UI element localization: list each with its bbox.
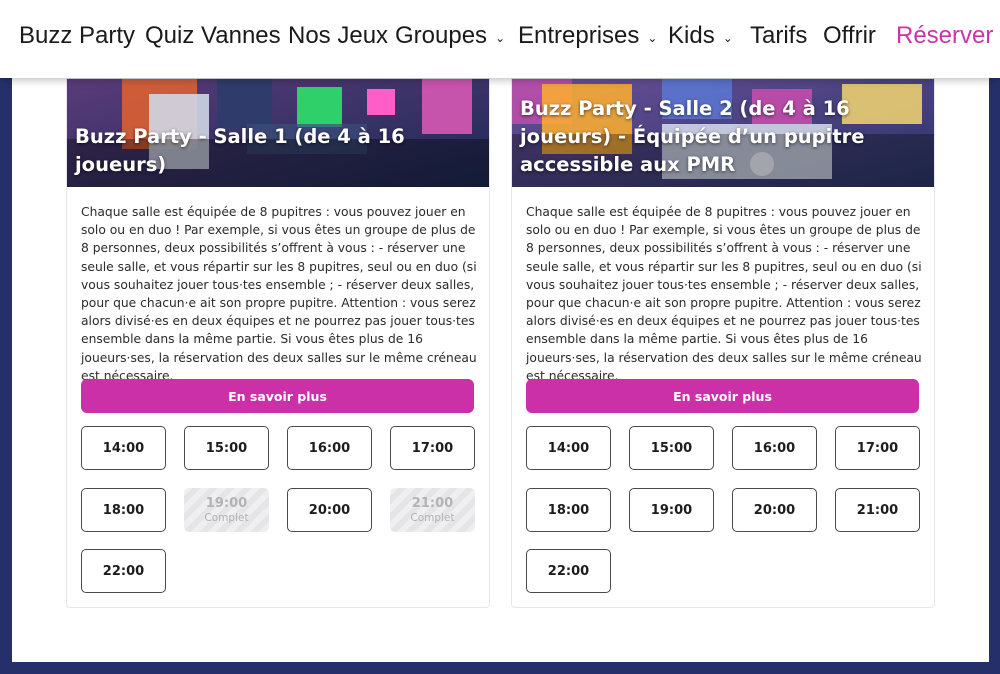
time-slot-full: 21:00 Complet xyxy=(390,488,475,532)
nav-label: Nos Jeux xyxy=(288,22,389,49)
time-slot-button[interactable]: 19:00 xyxy=(629,488,714,532)
chevron-down-icon: ⌄ xyxy=(647,30,658,45)
slot-time: 15:00 xyxy=(205,440,248,456)
room-title: Buzz Party - Salle 2 (de 4 à 16 joueurs)… xyxy=(520,97,865,176)
chevron-down-icon: ⌄ xyxy=(722,30,733,45)
nav-kids[interactable]: Kids ⌄ xyxy=(668,22,733,50)
time-slot-button[interactable]: 15:00 xyxy=(184,426,269,470)
nav-reserver[interactable]: Réserver xyxy=(896,22,993,50)
time-slot-button[interactable]: 22:00 xyxy=(81,549,166,593)
nav-label: Réserver xyxy=(896,22,994,49)
time-slot-button[interactable]: 22:00 xyxy=(526,549,611,593)
nav-label: Offrir xyxy=(823,22,876,49)
room-card-salle-1: Buzz Party - Salle 1 (de 4 à 16 joueurs)… xyxy=(66,78,490,608)
time-slot-button[interactable]: 18:00 xyxy=(81,488,166,532)
time-slot-button[interactable]: 14:00 xyxy=(526,426,611,470)
time-slot-button[interactable]: 18:00 xyxy=(526,488,611,532)
slot-time: 22:00 xyxy=(547,563,590,579)
time-slot-button[interactable]: 21:00 xyxy=(835,488,920,532)
nav-label: Tarifs xyxy=(750,22,808,49)
room-description: Chaque salle est équipée de 8 pupitres :… xyxy=(526,205,922,383)
time-slot-button[interactable]: 17:00 xyxy=(390,426,475,470)
slot-time: 21:00 xyxy=(856,502,899,518)
room-title: Buzz Party - Salle 1 (de 4 à 16 joueurs) xyxy=(75,125,405,176)
time-slot-button[interactable]: 15:00 xyxy=(629,426,714,470)
main-navigation: Buzz Party Quiz Vannes Nos Jeux Groupes ⌄… xyxy=(0,0,1000,78)
time-slot-full: 19:00 Complet xyxy=(184,488,269,532)
nav-label: Groupes xyxy=(395,22,488,49)
time-slot-button[interactable]: 20:00 xyxy=(287,488,372,532)
slot-time: 15:00 xyxy=(650,440,693,456)
nav-quiz-vannes[interactable]: Quiz Vannes xyxy=(145,22,281,50)
nav-label: Buzz Party xyxy=(19,22,136,49)
room-description: Chaque salle est équipée de 8 pupitres :… xyxy=(81,205,477,383)
time-slot-button[interactable]: 17:00 xyxy=(835,426,920,470)
slot-time: 16:00 xyxy=(753,440,796,456)
slot-time: 17:00 xyxy=(856,440,899,456)
slot-time: 19:00 xyxy=(205,496,248,511)
slot-time: 18:00 xyxy=(102,502,145,518)
nav-label: Quiz Vannes xyxy=(145,22,281,49)
nav-label: Kids xyxy=(668,22,715,49)
time-slot-button[interactable]: 20:00 xyxy=(732,488,817,532)
chevron-down-icon: ⌄ xyxy=(495,30,506,45)
nav-entreprises[interactable]: Entreprises ⌄ xyxy=(518,22,657,50)
nav-buzz-party[interactable]: Buzz Party xyxy=(19,22,135,50)
time-slot-button[interactable]: 16:00 xyxy=(732,426,817,470)
room-photo: Buzz Party - Salle 1 (de 4 à 16 joueurs) xyxy=(67,79,489,187)
slot-time: 16:00 xyxy=(308,440,351,456)
slot-time: 20:00 xyxy=(308,502,351,518)
time-slot-button[interactable]: 16:00 xyxy=(287,426,372,470)
slot-time: 17:00 xyxy=(411,440,454,456)
slot-time: 20:00 xyxy=(753,502,796,518)
room-photo: Buzz Party - Salle 2 (de 4 à 16 joueurs)… xyxy=(512,79,934,187)
slot-time: 22:00 xyxy=(102,563,145,579)
slot-time: 21:00 xyxy=(411,496,454,511)
time-slot-button[interactable]: 14:00 xyxy=(81,426,166,470)
nav-groupes[interactable]: Groupes ⌄ xyxy=(395,22,505,50)
slot-time: 14:00 xyxy=(102,440,145,456)
en-savoir-plus-button[interactable]: En savoir plus xyxy=(81,379,474,413)
nav-tarifs[interactable]: Tarifs xyxy=(750,22,807,50)
nav-offrir[interactable]: Offrir xyxy=(823,22,876,50)
slot-time: 18:00 xyxy=(547,502,590,518)
slot-status: Complet xyxy=(410,512,455,524)
en-savoir-plus-button[interactable]: En savoir plus xyxy=(526,379,919,413)
slot-time: 14:00 xyxy=(547,440,590,456)
slot-time: 19:00 xyxy=(650,502,693,518)
slot-status: Complet xyxy=(204,512,249,524)
nav-nos-jeux[interactable]: Nos Jeux xyxy=(288,22,388,50)
page-footer-band xyxy=(0,662,1000,674)
nav-label: Entreprises xyxy=(518,22,640,49)
room-card-salle-2: Buzz Party - Salle 2 (de 4 à 16 joueurs)… xyxy=(511,78,935,608)
